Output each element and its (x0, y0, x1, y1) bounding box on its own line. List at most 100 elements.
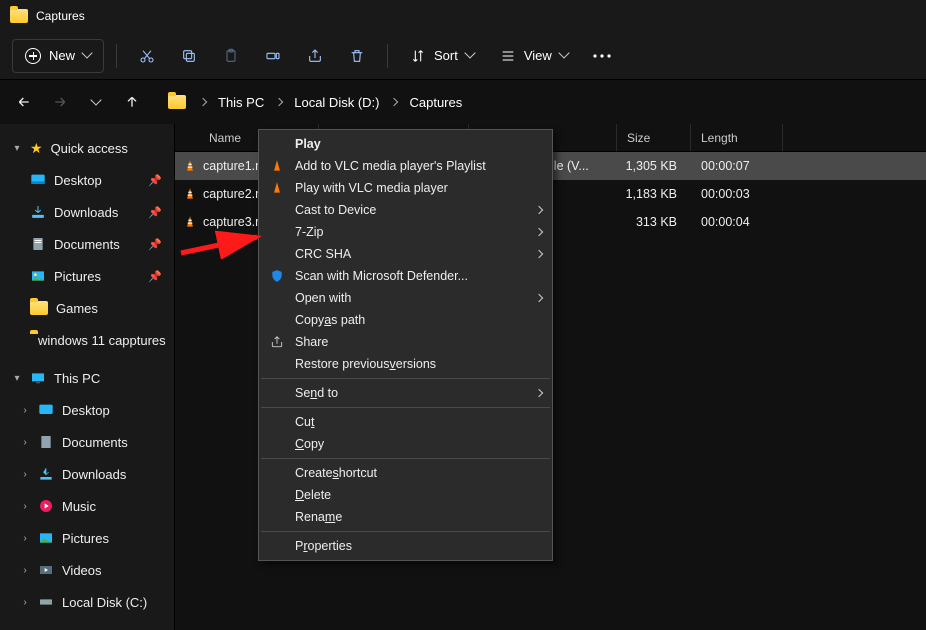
sidebar-label: Quick access (51, 141, 128, 156)
sort-label: Sort (434, 48, 458, 63)
sidebar-item-label: Local Disk (C:) (62, 595, 147, 610)
sidebar-item-label: windows 11 capptures (38, 333, 166, 348)
star-icon: ★ (30, 140, 43, 157)
nav-up[interactable] (116, 86, 148, 118)
chevron-down-icon (466, 48, 474, 63)
sidebar-item-pictures[interactable]: Pictures 📌 (6, 260, 168, 292)
sidebar-item-music[interactable]: › Music (6, 490, 168, 522)
window-title: Captures (36, 9, 85, 23)
submenu-icon (535, 294, 543, 302)
content-area: Name Date Type Size Length capture1.mp4 … (175, 124, 926, 630)
ctx-add-playlist[interactable]: Add to VLC media player's Playlist (259, 155, 552, 177)
chevron-right-icon: › (20, 469, 30, 480)
cut-button[interactable] (129, 39, 165, 73)
sidebar-item-pictures-pc[interactable]: › Pictures (6, 522, 168, 554)
ctx-crc[interactable]: CRC SHA (259, 243, 552, 265)
ctx-properties[interactable]: Properties (259, 535, 552, 557)
sidebar-item-captures[interactable]: windows 11 capptures (6, 324, 168, 356)
expand-icon: ▾ (12, 143, 22, 154)
ctx-shortcut[interactable]: Create shortcut (259, 462, 552, 484)
sidebar-item-label: Pictures (54, 269, 101, 284)
pin-icon: 📌 (148, 206, 162, 219)
chevron-right-icon: › (20, 501, 30, 512)
share-button[interactable] (297, 39, 333, 73)
ctx-play-vlc[interactable]: Play with VLC media player (259, 177, 552, 199)
ctx-copy[interactable]: Copy (259, 433, 552, 455)
vlc-icon (269, 158, 285, 174)
sidebar-item-label: Music (62, 499, 96, 514)
sidebar-item-label: Downloads (62, 467, 126, 482)
paste-button[interactable] (213, 39, 249, 73)
separator (261, 378, 550, 379)
chevron-right-icon (199, 98, 207, 106)
view-button[interactable]: View (490, 39, 578, 73)
crumb-folder[interactable]: Captures (403, 91, 468, 114)
sidebar-item-games[interactable]: Games (6, 292, 168, 324)
sidebar-thispc[interactable]: ▾ This PC (6, 362, 168, 394)
shield-icon (269, 268, 285, 284)
col-size[interactable]: Size (617, 124, 691, 151)
share-icon (269, 334, 285, 350)
sidebar-quickaccess[interactable]: ▾ ★ Quick access (6, 132, 168, 164)
pin-icon: 📌 (148, 270, 162, 283)
submenu-icon (535, 228, 543, 236)
sidebar-item-downloads-pc[interactable]: › Downloads (6, 458, 168, 490)
sidebar-item-documents-pc[interactable]: › Documents (6, 426, 168, 458)
sidebar-item-documents[interactable]: Documents 📌 (6, 228, 168, 260)
ctx-play[interactable]: Play (259, 133, 552, 155)
sidebar-item-label: Games (56, 301, 98, 316)
chevron-right-icon: › (20, 405, 30, 416)
ctx-openwith[interactable]: Open with (259, 287, 552, 309)
sidebar-item-downloads[interactable]: Downloads 📌 (6, 196, 168, 228)
ctx-restore[interactable]: Restore previous versions (259, 353, 552, 375)
copy-button[interactable] (171, 39, 207, 73)
sidebar-item-label: Downloads (54, 205, 118, 220)
ctx-cut[interactable]: Cut (259, 411, 552, 433)
ctx-share[interactable]: Share (259, 331, 552, 353)
ctx-7zip[interactable]: 7-Zip (259, 221, 552, 243)
file-length: 00:00:04 (691, 215, 783, 229)
col-length[interactable]: Length (691, 124, 783, 151)
nav-recent[interactable] (80, 86, 112, 118)
crumb-drive[interactable]: Local Disk (D:) (288, 91, 385, 114)
ctx-delete[interactable]: Delete (259, 484, 552, 506)
crumb-thispc[interactable]: This PC (212, 91, 270, 114)
expand-icon: ▾ (12, 373, 22, 384)
nav-forward[interactable] (44, 86, 76, 118)
ctx-rename[interactable]: Rename (259, 506, 552, 528)
separator (387, 44, 388, 68)
file-size: 313 KB (617, 215, 691, 229)
ctx-copypath[interactable]: Copy as path (259, 309, 552, 331)
chevron-right-icon (390, 98, 398, 106)
vlc-icon (269, 180, 285, 196)
separator (116, 44, 117, 68)
sidebar-item-label: Documents (54, 237, 120, 252)
file-size: 1,183 KB (617, 187, 691, 201)
new-label: New (49, 48, 75, 63)
context-menu: Play Add to VLC media player's Playlist … (258, 129, 553, 561)
pin-icon: 📌 (148, 238, 162, 251)
new-button[interactable]: New (12, 39, 104, 73)
sidebar-item-label: Videos (62, 563, 102, 578)
ctx-defender[interactable]: Scan with Microsoft Defender... (259, 265, 552, 287)
pin-icon: 📌 (148, 174, 162, 187)
view-label: View (524, 48, 552, 63)
breadcrumb[interactable]: This PC Local Disk (D:) Captures (168, 91, 468, 114)
plus-icon (25, 48, 41, 64)
file-length: 00:00:03 (691, 187, 783, 201)
more-button[interactable] (584, 39, 620, 73)
sidebar-item-localdisk[interactable]: › Local Disk (C:) (6, 586, 168, 618)
submenu-icon (535, 389, 543, 397)
sidebar-item-desktop-pc[interactable]: › Desktop (6, 394, 168, 426)
sidebar-item-label: Pictures (62, 531, 109, 546)
ctx-sendto[interactable]: Send to (259, 382, 552, 404)
delete-button[interactable] (339, 39, 375, 73)
nav-back[interactable] (8, 86, 40, 118)
ctx-cast[interactable]: Cast to Device (259, 199, 552, 221)
sidebar-item-videos[interactable]: › Videos (6, 554, 168, 586)
sidebar-item-desktop[interactable]: Desktop 📌 (6, 164, 168, 196)
rename-button[interactable] (255, 39, 291, 73)
chevron-down-icon (560, 48, 568, 63)
folder-icon (30, 301, 48, 315)
sort-button[interactable]: Sort (400, 39, 484, 73)
